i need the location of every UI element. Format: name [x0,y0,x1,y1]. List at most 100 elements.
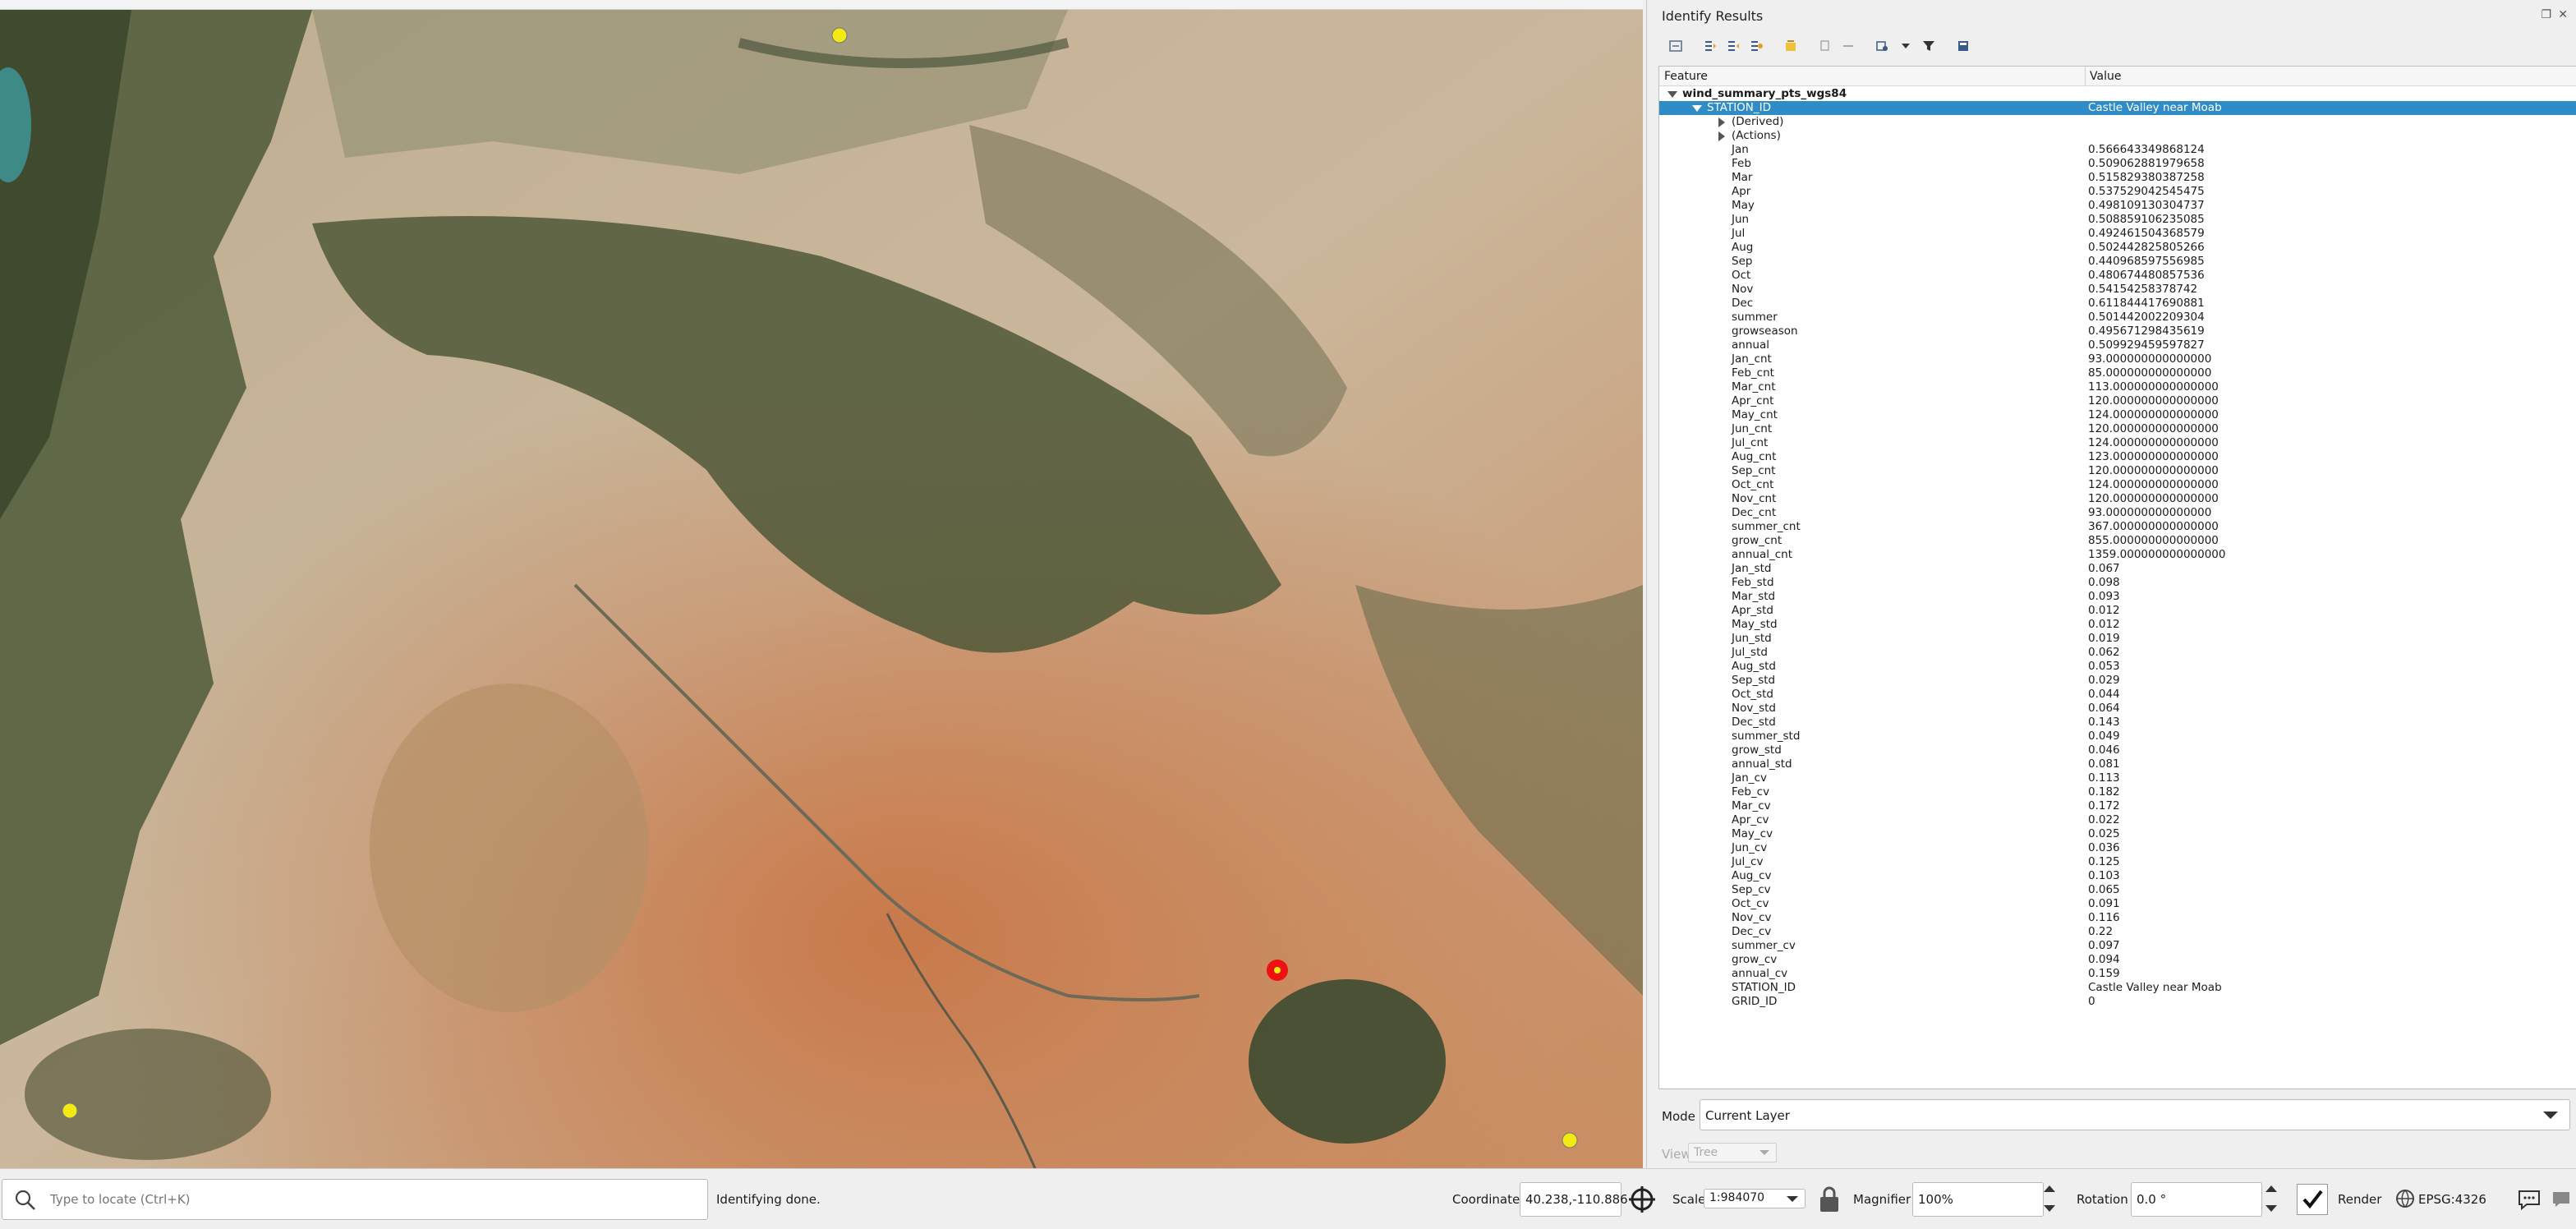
attribute-row[interactable]: May_cnt 124.000000000000000 [1659,408,2576,422]
attribute-row[interactable]: Nov_cv 0.116 [1659,911,2576,925]
rotation-field[interactable]: 0.0 ° [2131,1182,2262,1217]
attribute-row[interactable]: Jan_std 0.067 [1659,562,2576,576]
locator-input[interactable] [50,1190,691,1209]
print-results-icon[interactable] [1954,37,1972,55]
attribute-row[interactable]: STATION_ID Castle Valley near Moab [1659,981,2576,995]
locator-bar[interactable] [2,1179,708,1220]
attribute-row[interactable]: Mar_cnt 113.000000000000000 [1659,380,2576,394]
expand-arrow-icon[interactable] [1718,117,1725,127]
attribute-row[interactable]: Apr_cnt 120.000000000000000 [1659,394,2576,408]
station-point[interactable] [1562,1132,1578,1148]
expand-arrow-icon[interactable] [1718,131,1725,141]
column-feature[interactable]: Feature [1664,70,1708,83]
attribute-row[interactable]: growseason 0.495671298435619 [1659,325,2576,338]
attribute-row[interactable]: Jun 0.508859106235085 [1659,213,2576,227]
attribute-row[interactable]: Jan_cnt 93.000000000000000 [1659,352,2576,366]
attribute-row[interactable]: Feb_cnt 85.000000000000000 [1659,366,2576,380]
filter-icon[interactable] [1920,37,1938,55]
attribute-row[interactable]: summer_std 0.049 [1659,730,2576,743]
attribute-row[interactable]: May_std 0.012 [1659,618,2576,632]
attribute-row[interactable]: grow_cnt 855.000000000000000 [1659,534,2576,548]
scale-combo[interactable]: 1:984070 [1704,1189,1806,1208]
attribute-row[interactable]: Jun_std 0.019 [1659,632,2576,646]
rotation-stepper[interactable] [2264,1184,2279,1213]
attribute-row[interactable]: Dec 0.611844417690881 [1659,297,2576,311]
float-icon[interactable]: ❐ [2541,8,2551,21]
expand-all-icon[interactable] [1701,37,1719,55]
magnifier-field[interactable]: 100% [1912,1182,2044,1217]
attribute-row[interactable]: annual_std 0.081 [1659,757,2576,771]
close-icon[interactable]: ✕ [2558,8,2568,21]
attribute-row[interactable]: May 0.498109130304737 [1659,199,2576,213]
copy-feature-icon[interactable] [1816,37,1834,55]
station-point[interactable] [831,27,848,44]
attribute-row[interactable]: Jun_cnt 120.000000000000000 [1659,422,2576,436]
magnifier-stepper[interactable] [2042,1184,2057,1213]
attribute-row[interactable]: Feb_cv 0.182 [1659,785,2576,799]
attribute-row[interactable]: summer 0.501442002209304 [1659,311,2576,325]
attribute-row[interactable]: annual 0.509929459597827 [1659,338,2576,352]
actions-group[interactable]: (Actions) [1659,129,2576,143]
attribute-row[interactable]: Oct_std 0.044 [1659,688,2576,702]
derived-group[interactable]: (Derived) [1659,115,2576,129]
identify-dropdown-icon[interactable] [1897,37,1915,55]
feature-node-selected[interactable]: STATION_ID Castle Valley near Moab [1659,101,2576,115]
attribute-row[interactable]: May_cv 0.025 [1659,827,2576,841]
attribute-row[interactable]: Aug_cv 0.103 [1659,869,2576,883]
attribute-row[interactable]: Sep_std 0.029 [1659,674,2576,688]
attribute-row[interactable]: Oct_cv 0.091 [1659,897,2576,911]
attribute-row[interactable]: annual_cnt 1359.000000000000000 [1659,548,2576,562]
attribute-row[interactable]: Jul 0.492461504368579 [1659,227,2576,241]
mode-select[interactable]: Current Layer [1700,1099,2570,1130]
copy-attributes-icon[interactable] [1839,37,1857,55]
coordinate-toggle-icon[interactable] [1626,1184,1658,1218]
attribute-row[interactable]: Mar_std 0.093 [1659,590,2576,604]
station-point[interactable] [62,1102,78,1119]
attribute-row[interactable]: Nov_std 0.064 [1659,702,2576,716]
attribute-row[interactable]: Aug_std 0.053 [1659,660,2576,674]
attribute-row[interactable]: Mar 0.515829380387258 [1659,171,2576,185]
attribute-row[interactable]: Jul_std 0.062 [1659,646,2576,660]
attribute-row[interactable]: summer_cnt 367.000000000000000 [1659,520,2576,534]
crs-icon[interactable] [2395,1189,2415,1212]
attribute-row[interactable]: Sep_cv 0.065 [1659,883,2576,897]
attribute-row[interactable]: grow_std 0.046 [1659,743,2576,757]
crs-value[interactable]: EPSG:4326 [2418,1192,2486,1207]
clear-results-icon[interactable] [1782,37,1800,55]
layer-node[interactable]: wind_summary_pts_wgs84 [1659,87,2576,101]
results-tree[interactable]: Feature Value wind_summary_pts_wgs84 STA… [1658,66,2576,1089]
attribute-row[interactable]: Apr 0.537529042545475 [1659,185,2576,199]
attribute-row[interactable]: annual_cv 0.159 [1659,967,2576,981]
messages-icon[interactable] [2517,1187,2542,1215]
attribute-row[interactable]: Oct 0.480674480857536 [1659,269,2576,283]
attribute-row[interactable]: Feb_std 0.098 [1659,576,2576,590]
coordinate-field[interactable]: 40.238,-110.886 [1520,1182,1628,1217]
column-value[interactable]: Value [2090,70,2121,83]
attribute-row[interactable]: GRID_ID 0 [1659,995,2576,1009]
attribute-row[interactable]: grow_cv 0.094 [1659,953,2576,967]
log-messages-icon[interactable] [2550,1187,2573,1215]
attribute-row[interactable]: Nov_cnt 120.000000000000000 [1659,492,2576,506]
attribute-row[interactable]: Jul_cv 0.125 [1659,855,2576,869]
expand-new-icon[interactable] [1747,37,1765,55]
map-canvas[interactable] [0,10,1643,1168]
attribute-row[interactable]: Jan_cv 0.113 [1659,771,2576,785]
attribute-row[interactable]: Aug_cnt 123.000000000000000 [1659,450,2576,464]
attribute-row[interactable]: Dec_cnt 93.000000000000000 [1659,506,2576,520]
collapse-arrow-icon[interactable] [1692,105,1702,112]
attribute-row[interactable]: Apr_std 0.012 [1659,604,2576,618]
attribute-row[interactable]: Aug 0.502442825805266 [1659,241,2576,255]
attribute-row[interactable]: Jun_cv 0.036 [1659,841,2576,855]
attribute-row[interactable]: Jul_cnt 124.000000000000000 [1659,436,2576,450]
attribute-row[interactable]: Feb 0.509062881979658 [1659,157,2576,171]
collapse-all-icon[interactable] [1724,37,1742,55]
expand-tree-icon[interactable] [1667,37,1685,55]
lock-scale-icon[interactable] [1817,1185,1842,1217]
attribute-row[interactable]: Oct_cnt 124.000000000000000 [1659,478,2576,492]
attribute-row[interactable]: Dec_std 0.143 [1659,716,2576,730]
attribute-row[interactable]: Jan 0.566643349868124 [1659,143,2576,157]
attribute-row[interactable]: Nov 0.54154258378742 [1659,283,2576,297]
collapse-arrow-icon[interactable] [1668,91,1677,98]
render-checkbox[interactable] [2297,1184,2328,1215]
attribute-row[interactable]: Dec_cv 0.22 [1659,925,2576,939]
